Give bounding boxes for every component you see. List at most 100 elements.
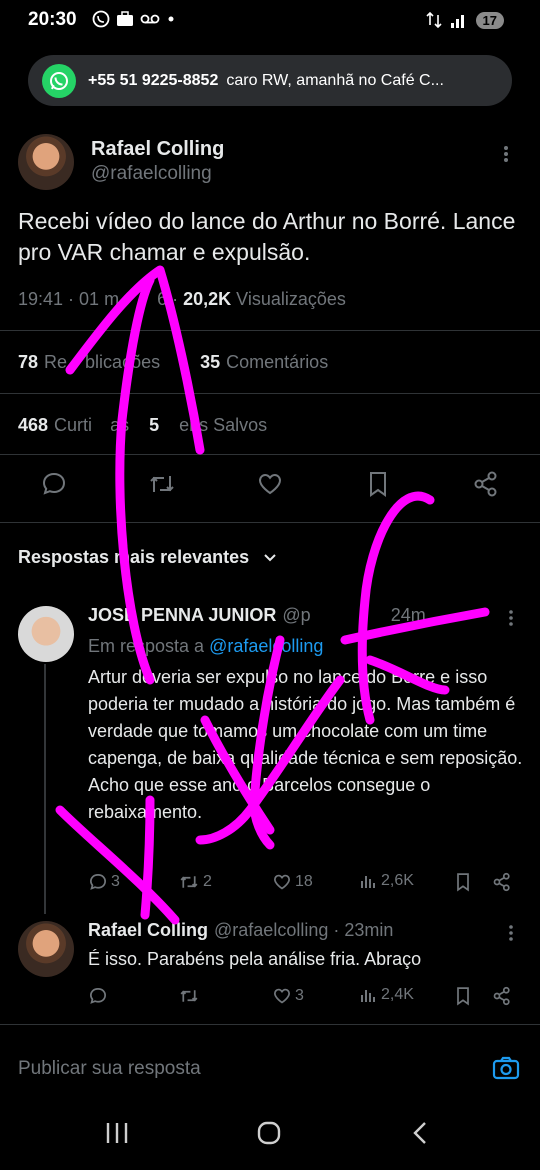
system-navigation-bar <box>0 1098 540 1170</box>
author-handle[interactable]: @rafaelcolling <box>91 163 212 185</box>
reply-time: 24m <box>390 605 426 625</box>
briefcase-icon <box>116 10 134 28</box>
home-button[interactable] <box>256 1120 282 1146</box>
saves-stat[interactable]: 5 ens Salvos <box>149 415 267 435</box>
reply-to-handle[interactable]: @rafaelcolling <box>209 636 323 656</box>
comments-count: 35 <box>200 352 221 372</box>
saves-label: ens Salvos <box>179 415 268 435</box>
voicemail-icon <box>140 10 160 28</box>
likes-label: Curti <box>54 415 93 435</box>
reply-compose-input[interactable]: Publicar sua resposta <box>18 1058 201 1080</box>
back-button[interactable] <box>408 1120 434 1146</box>
status-left-icons <box>92 10 176 28</box>
reposts-count: 78 <box>18 352 39 372</box>
bookmark-icon[interactable] <box>454 872 472 892</box>
share-icon[interactable] <box>492 986 512 1006</box>
reply-author-name: Rafael Colling <box>88 920 209 940</box>
reply-repost-button[interactable]: 2 <box>178 872 212 892</box>
reply-repost-button[interactable] <box>178 986 200 1006</box>
data-arrows-icon <box>425 10 442 30</box>
reply-icon[interactable] <box>40 470 68 498</box>
annotation-stroke <box>55 805 180 925</box>
battery-indicator: 17 <box>475 11 504 29</box>
reply-author[interactable]: JOSE PENNA JUNIOR @p 24m <box>88 605 426 626</box>
replies-header-label: Respostas mais relevantes <box>18 547 250 567</box>
stats-row-1: 78 Re blicações 35 Comentários <box>18 352 328 373</box>
comments-label: Comentários <box>226 352 329 372</box>
tweet-meta: 19:41 · 01 m 6 · 20,2K Visualizações <box>18 289 346 310</box>
reply-likes-count: 3 <box>295 987 304 1004</box>
reply-to-label: Em resposta a <box>88 636 205 656</box>
saves-count: 5 <box>149 415 160 435</box>
author-name[interactable]: Rafael Colling <box>91 138 224 161</box>
reposts-label: Re <box>44 352 68 372</box>
likes-count: 468 <box>18 415 49 435</box>
share-icon[interactable] <box>472 470 500 498</box>
notification-preview: caro RW, amanhã no Café C... <box>226 71 444 89</box>
tweet-actions <box>0 470 540 510</box>
recent-apps-button[interactable] <box>104 1120 130 1146</box>
stats-row-2: 468 Curti as 5 ens Salvos <box>18 415 267 436</box>
reply-author-handle: @p <box>282 605 311 625</box>
tweet-time: 19:41 · 01 m <box>18 289 120 309</box>
comments-stat[interactable]: 35 Comentários <box>200 352 328 372</box>
whatsapp-icon <box>92 10 110 28</box>
reply-author-name: JOSE PENNA JUNIOR <box>88 605 277 625</box>
reply-views-button[interactable]: 2,4K <box>360 986 414 1004</box>
share-icon[interactable] <box>492 872 512 892</box>
signal-icon <box>450 11 468 29</box>
reply-like-button[interactable]: 3 <box>272 986 304 1006</box>
views-count: 20,2K <box>183 289 232 309</box>
chevron-down-icon <box>262 550 278 566</box>
whatsapp-icon <box>42 63 76 98</box>
more-options-icon[interactable] <box>508 924 514 942</box>
likes-label-rest: as <box>110 415 130 435</box>
reply-comment-button[interactable]: 3 <box>88 872 120 892</box>
repost-icon[interactable] <box>147 470 177 498</box>
reply-text: Artur deveria ser expulso no lance do Bo… <box>88 667 523 822</box>
more-options-icon[interactable] <box>508 609 514 627</box>
reply-avatar[interactable] <box>18 606 74 662</box>
divider <box>0 1024 540 1025</box>
reply-author[interactable]: Rafael Colling @rafaelcolling · 23min <box>88 920 393 941</box>
likes-stat[interactable]: 468 Curti as <box>18 415 129 435</box>
reposts-stat[interactable]: 78 Re blicações <box>18 352 160 372</box>
bookmark-icon[interactable] <box>454 986 472 1006</box>
more-options-icon[interactable] <box>503 144 509 164</box>
reposts-label-rest: blicações <box>85 352 161 372</box>
reply-likes-count: 18 <box>295 873 313 890</box>
status-right-icons: 17 <box>425 10 504 30</box>
reply-views-count: 2,4K <box>381 986 414 1003</box>
whatsapp-notification[interactable]: +55 51 9225-8852 caro RW, amanhã no Café … <box>28 55 512 106</box>
bookmark-icon[interactable] <box>366 470 390 498</box>
divider <box>0 330 540 331</box>
like-icon[interactable] <box>256 470 284 498</box>
replies-sort-dropdown[interactable]: Respostas mais relevantes <box>18 547 278 568</box>
views-label: Visualizações <box>236 289 346 309</box>
divider <box>0 393 540 394</box>
camera-icon[interactable] <box>492 1054 520 1082</box>
reply-reposts-count: 2 <box>203 873 212 890</box>
reply-text: É isso. Parabéns pela análise fria. Abra… <box>88 949 422 969</box>
reply-author-handle: @rafaelcolling · 23min <box>214 920 394 940</box>
reply-views-count: 2,6K <box>381 872 414 889</box>
divider <box>0 454 540 455</box>
status-time: 20:30 <box>28 9 77 30</box>
notification-sender: +55 51 9225-8852 <box>88 71 219 89</box>
divider <box>0 522 540 523</box>
reply-comments-count: 3 <box>111 873 120 890</box>
reply-actions: 3 2,4K <box>88 986 528 1010</box>
reply-actions: 3 2 18 2,6K <box>88 872 528 896</box>
tweet-text: Recebi vídeo do lance do Arthur no Borré… <box>18 208 516 265</box>
reply-avatar[interactable] <box>18 921 74 977</box>
thread-line <box>44 664 46 914</box>
reply-to-line: Em resposta a @rafaelcolling <box>88 636 323 657</box>
status-bar: 20:30 17 <box>0 0 540 44</box>
notification-text: +55 51 9225-8852 caro RW, amanhã no Café … <box>88 72 488 90</box>
reply-like-button[interactable]: 18 <box>272 872 313 892</box>
dot-icon <box>166 10 176 28</box>
reply-comment-button[interactable] <box>88 986 108 1006</box>
reply-views-button[interactable]: 2,6K <box>360 872 414 890</box>
author-avatar[interactable] <box>18 134 74 190</box>
tweet-time-rest: 6 · <box>157 289 184 309</box>
